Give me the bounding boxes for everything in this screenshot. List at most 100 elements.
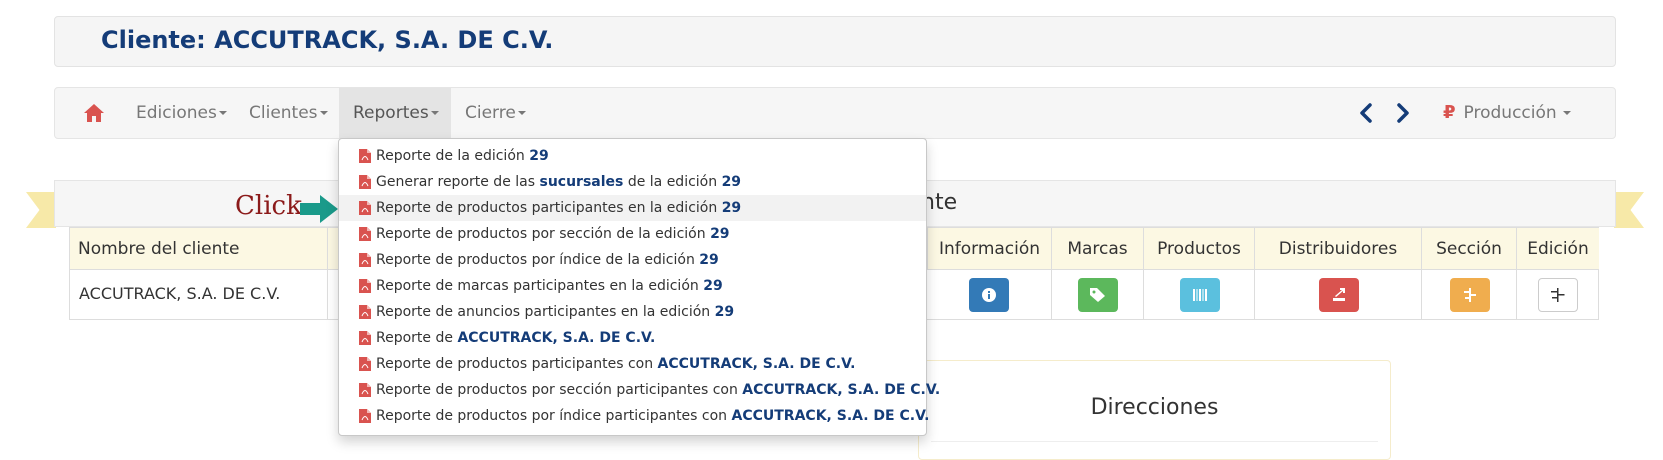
report-menu-item[interactable]: Reporte de ACCUTRACK, S.A. DE C.V. xyxy=(339,325,926,351)
report-menu-item[interactable]: Reporte de productos participantes en la… xyxy=(339,195,926,221)
table-cell xyxy=(1052,270,1144,320)
menu-text: Reporte de anuncios participantes en la … xyxy=(376,304,715,320)
menu-bold: 29 xyxy=(714,304,735,320)
nav-cierre-label: Cierre xyxy=(465,103,516,123)
arrow-right-icon xyxy=(300,195,338,223)
nav-clientes-label: Clientes xyxy=(249,103,318,123)
pdf-icon xyxy=(359,201,371,215)
menu-bold: ACCUTRACK, S.A. DE C.V. xyxy=(657,356,856,372)
reportes-dropdown: Reporte de la edición 29 Generar reporte… xyxy=(338,138,940,436)
menu-bold: 29 xyxy=(721,200,742,216)
column-header: Distribuidores xyxy=(1255,228,1422,270)
nav-ediciones-label: Ediciones xyxy=(136,103,217,123)
tags-icon xyxy=(1090,288,1105,302)
click-annotation: Click xyxy=(235,191,302,221)
pdf-icon xyxy=(359,149,371,163)
divider xyxy=(931,441,1378,442)
table-cell: ACCUTRACK, S.A. DE C.V. xyxy=(70,270,328,320)
nav-clientes[interactable]: Clientes xyxy=(240,88,337,138)
caret-down-icon xyxy=(517,111,526,115)
table-cell xyxy=(1422,270,1517,320)
report-menu-item[interactable]: Generar reporte de las sucursales de la … xyxy=(339,169,926,195)
menu-text: de la edición xyxy=(623,174,722,190)
ribbon-right-decoration xyxy=(1614,192,1644,228)
menu-bold: sucursales xyxy=(539,174,624,190)
menu-bold: ACCUTRACK, S.A. DE C.V. xyxy=(731,408,930,424)
distribuidores-button[interactable] xyxy=(1319,278,1359,312)
productos-button[interactable] xyxy=(1180,278,1220,312)
client-name: ACCUTRACK, S.A. DE C.V. xyxy=(79,284,281,303)
pdf-icon xyxy=(359,227,371,241)
environment-label: Producción xyxy=(1463,103,1557,123)
column-header: Edición xyxy=(1517,228,1599,270)
menu-bold: 29 xyxy=(699,252,719,268)
ribbon-left-decoration xyxy=(26,192,56,228)
edicion-button[interactable] xyxy=(1538,278,1578,312)
pdf-icon xyxy=(359,383,371,397)
client-title-panel: Cliente: ACCUTRACK, S.A. DE C.V. xyxy=(54,16,1616,67)
chevron-right-icon[interactable] xyxy=(1392,102,1414,124)
nav-ediciones[interactable]: Ediciones xyxy=(127,88,236,138)
column-header: Marcas xyxy=(1052,228,1144,270)
report-menu-item[interactable]: Reporte de marcas participantes en la ed… xyxy=(339,273,926,299)
pdf-icon xyxy=(359,409,371,423)
report-menu-item[interactable]: Reporte de productos participantes con A… xyxy=(339,351,926,377)
pdf-icon xyxy=(359,305,371,319)
table-cell xyxy=(1255,270,1422,320)
menu-text: Reporte de la edición xyxy=(376,148,530,164)
seccion-button[interactable] xyxy=(1450,278,1490,312)
pdf-icon xyxy=(359,331,371,345)
menu-text: Reporte de productos por sección de la e… xyxy=(376,226,711,242)
pdf-icon xyxy=(359,175,371,189)
report-menu-item[interactable]: Reporte de productos por índice de la ed… xyxy=(339,247,926,273)
pdf-icon xyxy=(359,279,371,293)
menu-bold: 29 xyxy=(721,174,742,190)
table-cell xyxy=(1144,270,1255,320)
marcas-button[interactable] xyxy=(1078,278,1118,312)
menu-bold: 29 xyxy=(529,148,549,164)
menu-text: Reporte de productos participantes en la… xyxy=(376,200,722,216)
ruble-icon: ₽ xyxy=(1443,102,1456,123)
menu-text: Reporte de productos por índice particip… xyxy=(376,408,732,424)
menu-text: Reporte de productos por sección partici… xyxy=(376,382,743,398)
direcciones-title: Direcciones xyxy=(1090,395,1219,420)
menu-text: Reporte de productos participantes con xyxy=(376,356,658,372)
nav-cierre[interactable]: Cierre xyxy=(451,88,540,138)
caret-down-icon xyxy=(430,111,439,115)
home-icon[interactable] xyxy=(83,103,105,123)
menu-bold: 29 xyxy=(703,278,723,294)
menu-text: Generar reporte de las xyxy=(376,174,540,190)
report-menu-item[interactable]: Reporte de productos por sección partici… xyxy=(339,377,940,403)
share-icon xyxy=(1333,288,1345,301)
edition-icon xyxy=(1551,288,1565,302)
direcciones-panel: Direcciones xyxy=(918,360,1391,460)
environment-menu[interactable]: ₽ Producción xyxy=(1443,88,1571,138)
column-header: Información xyxy=(928,228,1052,270)
info-icon xyxy=(982,288,996,302)
report-menu-item[interactable]: Reporte de productos por índice particip… xyxy=(339,403,929,429)
top-navbar: Ediciones Clientes Reportes Cierre ₽ Prod… xyxy=(54,87,1616,139)
menu-bold: 29 xyxy=(710,226,730,242)
pdf-icon xyxy=(359,253,371,267)
nav-reportes-label: Reportes xyxy=(353,103,429,123)
info-button[interactable] xyxy=(969,278,1009,312)
pdf-icon xyxy=(359,357,371,371)
column-header: Sección xyxy=(1422,228,1517,270)
nav-reportes[interactable]: Reportes xyxy=(339,88,451,138)
menu-text: Reporte de marcas participantes en la ed… xyxy=(376,278,704,294)
table-cell xyxy=(928,270,1052,320)
report-menu-item[interactable]: Reporte de anuncios participantes en la … xyxy=(339,299,926,325)
page-title: Cliente: ACCUTRACK, S.A. DE C.V. xyxy=(101,26,554,54)
report-menu-item[interactable]: Reporte de productos por sección de la e… xyxy=(339,221,926,247)
column-header: Nombre del cliente xyxy=(70,228,328,270)
chevron-left-icon[interactable] xyxy=(1355,102,1377,124)
table-cell xyxy=(1517,270,1599,320)
caret-down-icon xyxy=(1562,111,1571,115)
barcode-icon xyxy=(1193,289,1207,301)
menu-text: Reporte de productos por índice de la ed… xyxy=(376,252,700,268)
column-header: Productos xyxy=(1144,228,1255,270)
sections-icon xyxy=(1464,288,1476,302)
menu-bold: ACCUTRACK, S.A. DE C.V. xyxy=(457,330,656,346)
report-menu-item[interactable]: Reporte de la edición 29 xyxy=(339,143,926,169)
menu-bold: ACCUTRACK, S.A. DE C.V. xyxy=(742,382,941,398)
